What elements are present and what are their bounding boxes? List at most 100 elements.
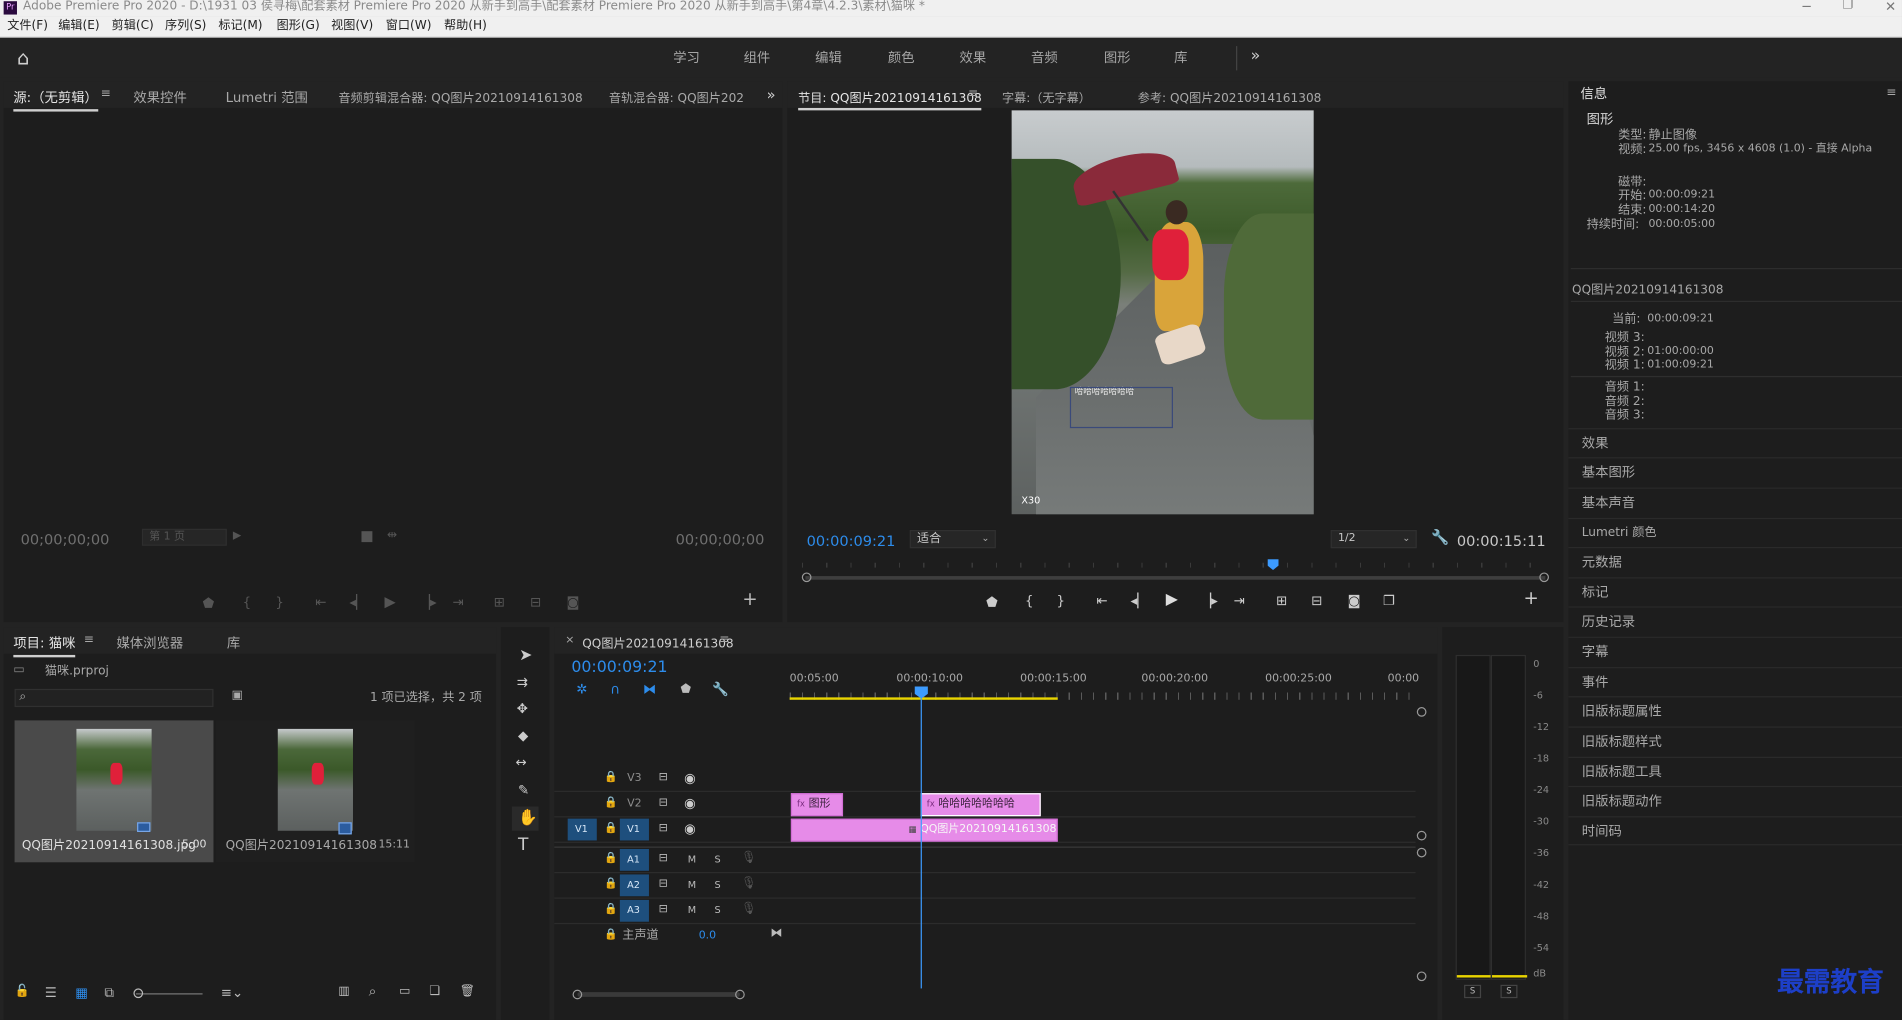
v2-sync-icon[interactable]: ⊟: [659, 797, 668, 809]
menu-window[interactable]: 窗口(W): [386, 20, 432, 33]
workspace-assembly[interactable]: 组件: [744, 51, 771, 64]
source-timecode-left[interactable]: 00;00;00;00: [21, 532, 110, 547]
list-view-icon[interactable]: ☰: [45, 986, 57, 999]
v3-label[interactable]: V3: [627, 773, 641, 785]
v1-sync-icon[interactable]: ⊟: [659, 823, 668, 834]
side-item-lumetri-color[interactable]: Lumetri 颜色: [1568, 517, 1902, 547]
program-goto-in-icon[interactable]: ⇤: [1097, 594, 1108, 607]
master-volume[interactable]: 0.0: [699, 931, 716, 942]
side-item-captions[interactable]: 字幕: [1568, 636, 1902, 666]
source-page-dropdown[interactable]: 第 1 页: [141, 528, 227, 546]
menu-view[interactable]: 视图(V): [331, 20, 373, 33]
source-in-icon[interactable]: {: [243, 595, 251, 608]
program-goto-out-icon[interactable]: ⇥: [1234, 594, 1245, 607]
menu-edit[interactable]: 编辑(E): [58, 20, 99, 33]
clip-image[interactable]: ▦QQ图片20210914161308.jpg: [790, 818, 1058, 842]
program-add-button-icon[interactable]: +: [1524, 589, 1539, 607]
hand-tool-button[interactable]: ✋: [511, 806, 539, 831]
source-timecode-right[interactable]: 00;00;00;00: [676, 532, 765, 547]
source-drag-video-icon[interactable]: [361, 531, 373, 543]
meter-solo-left[interactable]: S: [1464, 984, 1482, 999]
menu-marker[interactable]: 标记(M): [218, 20, 262, 33]
project-item-2[interactable]: QQ图片20210914161308 15:11: [215, 720, 415, 863]
program-scrub-end[interactable]: [1539, 572, 1550, 583]
trash-icon[interactable]: 🗑: [460, 985, 475, 998]
tab-lumetri-scopes[interactable]: Lumetri 范围: [226, 87, 308, 106]
info-panel-title[interactable]: 信息: [1581, 87, 1608, 100]
razor-tool-icon[interactable]: ◆: [518, 729, 528, 742]
project-search-input[interactable]: ⌕: [14, 688, 214, 708]
side-item-legacy-title-styles[interactable]: 旧版标题样式: [1568, 726, 1902, 755]
source-drag-audio-icon[interactable]: ⇹: [387, 529, 397, 542]
v2-lock-icon[interactable]: 🔒: [604, 797, 618, 809]
v1-lock-icon[interactable]: 🔒: [604, 823, 618, 834]
master-goto-icon[interactable]: ⧓: [770, 927, 782, 940]
a2-mute[interactable]: M: [688, 880, 696, 890]
source-step-back-icon[interactable]: ◂▏: [349, 595, 366, 608]
side-item-legacy-title-actions[interactable]: 旧版标题动作: [1568, 785, 1902, 815]
settings-wrench-icon[interactable]: 🔧: [1431, 530, 1449, 545]
v3-sync-icon[interactable]: ⊟: [659, 772, 668, 784]
menu-help[interactable]: 帮助(H): [444, 20, 487, 33]
clip-graphic[interactable]: fx 图形: [790, 793, 844, 817]
sort-icon[interactable]: ≡⌄: [221, 986, 243, 999]
timeline-vscroll[interactable]: [1416, 707, 1427, 982]
a2-lock-icon[interactable]: 🔒: [604, 879, 618, 890]
v1-eye-icon[interactable]: ◉: [684, 822, 696, 835]
tab-program[interactable]: 节目: QQ图片20210914161308: [798, 87, 982, 111]
workspace-graphics[interactable]: 图形: [1104, 51, 1131, 64]
icon-view-icon[interactable]: ▦: [75, 986, 88, 999]
a1-target[interactable]: A1: [619, 848, 649, 871]
clip-text[interactable]: fx 哈哈哈哈哈哈哈: [920, 793, 1041, 817]
program-compare-icon[interactable]: ❐: [1383, 594, 1395, 607]
side-item-events[interactable]: 事件: [1568, 667, 1902, 696]
program-video-frame[interactable]: 哈哈哈哈哈哈哈 X30: [1011, 110, 1314, 515]
tab-audio-clip-mixer[interactable]: 音频剪辑混合器: QQ图片20210914161308: [338, 87, 582, 105]
a2-target[interactable]: A2: [619, 874, 649, 897]
workspace-effects[interactable]: 效果: [959, 51, 986, 64]
program-step-fwd-icon[interactable]: ▕▸: [1201, 594, 1218, 607]
new-item-icon[interactable]: ❏: [429, 985, 440, 998]
program-in-icon[interactable]: {: [1025, 594, 1033, 607]
master-lock-icon[interactable]: 🔒: [604, 930, 618, 941]
v2-eye-icon[interactable]: ◉: [684, 797, 696, 810]
tab-captions[interactable]: 字幕:（无字幕）: [1002, 87, 1091, 105]
side-item-metadata[interactable]: 元数据: [1568, 546, 1902, 576]
tab-effect-controls[interactable]: 效果控件: [133, 87, 186, 106]
a1-mute[interactable]: M: [688, 854, 696, 865]
find-icon[interactable]: ⌕: [369, 985, 376, 998]
workspace-audio[interactable]: 音频: [1031, 51, 1058, 64]
tab-audio-track-mixer[interactable]: 音轨混合器: QQ图片202: [609, 87, 744, 105]
source-menu-icon[interactable]: ≡: [101, 88, 111, 101]
project-item-1[interactable]: QQ图片20210914161308.jpg 5:00: [14, 720, 214, 863]
type-tool-icon[interactable]: T: [518, 837, 528, 854]
v3-eye-icon[interactable]: ◉: [684, 771, 696, 784]
zoom-slider-handle[interactable]: [133, 988, 144, 999]
tab-project[interactable]: 项目: 猫咪: [13, 633, 76, 658]
timeline-settings-icon[interactable]: 🔧: [712, 683, 729, 696]
source-goto-out-icon[interactable]: ⇥: [452, 595, 463, 608]
menu-graphics[interactable]: 图形(G): [277, 20, 320, 33]
menu-sequence[interactable]: 序列(S): [165, 20, 206, 33]
a3-solo[interactable]: S: [714, 905, 720, 916]
program-marker-icon[interactable]: ⬟: [986, 595, 998, 608]
timeline-ruler[interactable]: 00:05:00 00:00:10:00 00:00:15:00 00:00:2…: [789, 668, 1419, 701]
a3-mic-icon[interactable]: 🎙: [741, 903, 756, 916]
workspace-color[interactable]: 颜色: [888, 51, 915, 64]
source-overflow-icon[interactable]: »: [767, 87, 776, 102]
source-play-small-icon[interactable]: ▶: [233, 531, 241, 542]
a2-sync-icon[interactable]: ⊟: [659, 879, 668, 890]
source-marker-icon[interactable]: ⬟: [203, 597, 215, 610]
program-out-icon[interactable]: }: [1057, 594, 1065, 607]
linked-selection-icon[interactable]: ⧓: [643, 683, 656, 696]
tab-media-browser[interactable]: 媒体浏览器: [116, 633, 183, 652]
menu-clip[interactable]: 剪辑(C): [112, 20, 154, 33]
ripple-edit-tool-icon[interactable]: ✥: [517, 702, 528, 715]
add-marker-icon[interactable]: ⬟: [680, 683, 691, 696]
program-extract-icon[interactable]: ⊟: [1311, 594, 1322, 607]
v3-lock-icon[interactable]: 🔒: [604, 772, 618, 784]
work-area-bar[interactable]: [789, 697, 1058, 700]
timeline-hscroll[interactable]: [572, 989, 1412, 1000]
zoom-slider[interactable]: [135, 993, 203, 995]
info-menu-icon[interactable]: ≡: [1886, 87, 1896, 99]
